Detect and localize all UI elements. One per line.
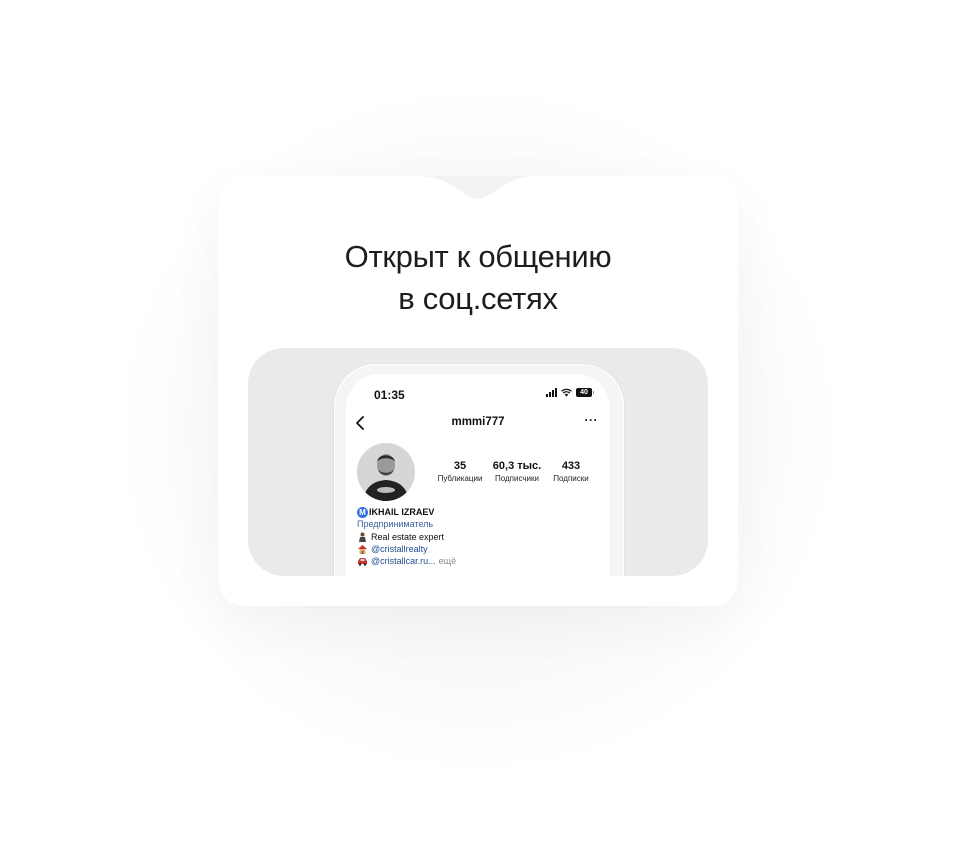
bio-line-text: Real estate expert	[371, 531, 445, 542]
bio-line: @cristallcar.ru... ещё	[357, 555, 597, 567]
stat-following-label: Подписки	[553, 474, 589, 483]
social-card: Открыт к общению в соц.сетях 01:35 40 mm…	[218, 176, 738, 606]
card-title-line-2: в соц.сетях	[398, 281, 558, 316]
bio-link-realty[interactable]: @cristallrealty	[371, 543, 428, 555]
bio-more-link[interactable]: ещё	[439, 555, 456, 567]
stat-posts[interactable]: 35 Публикации	[437, 460, 483, 485]
stat-following[interactable]: 433 Подписки	[546, 460, 596, 485]
bio-link-car[interactable]: @cristallcar.ru...	[371, 555, 436, 567]
avatar-portrait	[357, 443, 415, 501]
profile-avatar[interactable]	[357, 443, 415, 501]
bio-name-line: M IKHAIL IZRAEV	[357, 506, 597, 518]
profile-category: Предприниматель	[357, 519, 434, 530]
stat-following-value: 433	[561, 460, 581, 472]
phone-screen: 01:35 40 mmmi777 ··· 35 Публикации 60,3 …	[346, 374, 610, 576]
card-title: Открыт к общению в соц.сетях	[218, 236, 738, 320]
phone-frame: 01:35 40 mmmi777 ··· 35 Публикации 60,3 …	[334, 364, 624, 576]
bio-line: @cristallrealty	[357, 543, 597, 555]
car-emoji-icon	[358, 558, 367, 567]
profile-name: IKHAIL IZRAEV	[369, 507, 435, 517]
house-emoji-icon	[358, 545, 367, 555]
stat-posts-value: 35	[453, 460, 467, 472]
person-emoji-icon	[359, 532, 366, 542]
stat-followers[interactable]: 60,3 тыс. Подписчики	[489, 460, 545, 485]
card-notch	[416, 176, 540, 199]
battery-icon: 40	[576, 387, 594, 397]
status-time: 01:35	[374, 388, 405, 402]
profile-badge-icon: M	[357, 506, 368, 518]
status-icons: 40	[546, 387, 594, 397]
stat-posts-label: Публикации	[437, 474, 483, 483]
more-options-icon[interactable]: ···	[585, 413, 599, 427]
profile-username: mmmi777	[451, 416, 505, 428]
phone-preview-panel: 01:35 40 mmmi777 ··· 35 Публикации 60,3 …	[248, 348, 708, 576]
stat-followers-value: 60,3 тыс.	[492, 460, 542, 472]
card-title-line-1: Открыт к общению	[344, 239, 612, 274]
signal-icon	[546, 387, 557, 397]
bio-line: Real estate expert	[357, 531, 597, 543]
stat-followers-label: Подписчики	[494, 474, 539, 483]
wifi-icon	[561, 388, 572, 397]
profile-bio: M IKHAIL IZRAEV Предприниматель Real est…	[357, 506, 597, 567]
